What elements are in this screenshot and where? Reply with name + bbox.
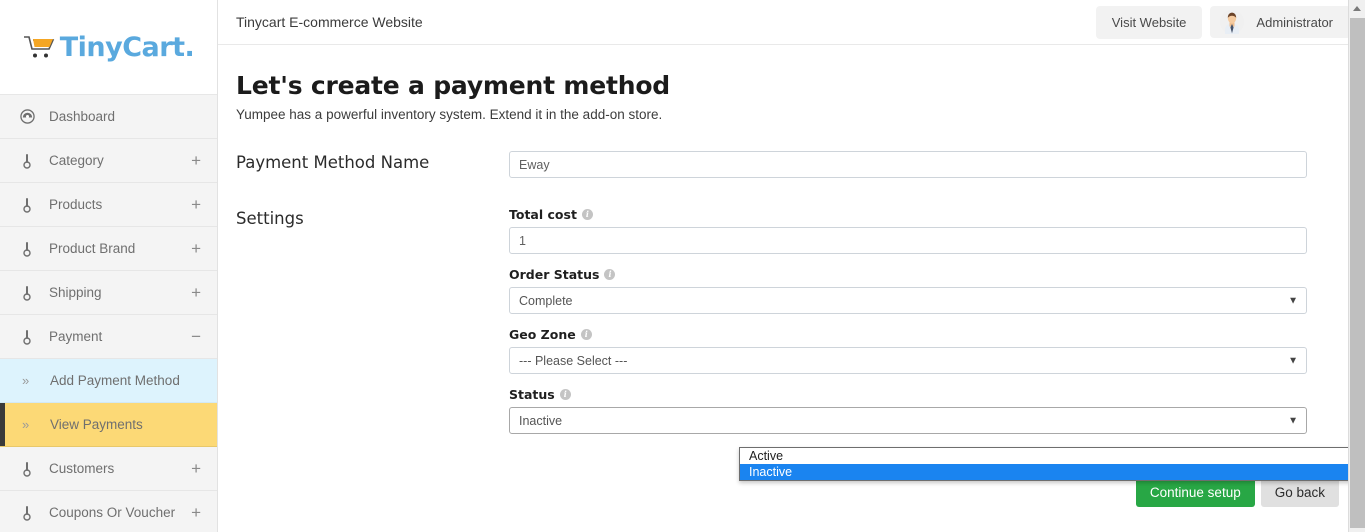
user-name: Administrator — [1256, 14, 1333, 30]
go-back-button[interactable]: Go back — [1260, 478, 1339, 507]
chevron-double-right-icon: » — [22, 373, 30, 388]
top-header-bar: Tinycart E-commerce Website Visit Websit… — [218, 0, 1365, 45]
field-order-status: Order Status i Complete ▼ — [509, 267, 1307, 314]
dashboard-gauge-icon — [16, 109, 38, 124]
total-cost-input[interactable] — [509, 227, 1307, 254]
visit-website-button[interactable]: Visit Website — [1095, 5, 1203, 39]
order-status-select[interactable]: Complete — [509, 287, 1307, 314]
info-circle-icon[interactable]: i — [559, 389, 571, 400]
sidebar-item-category[interactable]: Category + — [0, 139, 217, 183]
status-dropdown-options[interactable]: Active Inactive — [739, 447, 1365, 481]
scroll-up-arrow-icon[interactable] — [1349, 0, 1365, 17]
settings-row: Settings Total cost i Order Status i — [236, 207, 1339, 447]
sidebar-item-label: Coupons Or Voucher — [49, 505, 176, 520]
app-window: TinyCart. Dashboard Category + Products … — [0, 0, 1365, 532]
sidebar-nav: Dashboard Category + Products + Product … — [0, 95, 217, 532]
site-title: Tinycart E-commerce Website — [236, 14, 423, 30]
sidebar-item-label: Shipping — [49, 285, 102, 300]
info-circle-icon[interactable]: i — [581, 209, 593, 220]
status-select[interactable]: Inactive — [509, 407, 1307, 434]
scrollbar-thumb[interactable] — [1350, 18, 1365, 528]
page-title: Let's create a payment method — [236, 71, 671, 100]
sidebar-item-product-brand[interactable]: Product Brand + — [0, 227, 217, 271]
sidebar-item-label: Category — [49, 153, 104, 168]
page-content: Let's create a payment method Yumpee has… — [218, 45, 1365, 447]
sidebar-item-label: Payment — [49, 329, 103, 344]
sidebar-expand-icon[interactable]: + — [191, 240, 203, 257]
chevron-double-right-icon: » — [22, 417, 30, 432]
brand-logo[interactable]: TinyCart. — [0, 0, 217, 95]
settings-label: Settings — [236, 209, 304, 228]
geo-zone-label: Geo Zone — [509, 327, 576, 342]
status-option-active[interactable]: Active — [740, 448, 1365, 464]
sidebar-item-add-payment-method[interactable]: » Add Payment Method — [0, 359, 217, 403]
payment-method-name-input[interactable] — [509, 151, 1307, 178]
payment-method-name-label: Payment Method Name — [236, 153, 430, 172]
thermometer-icon — [16, 241, 38, 257]
info-circle-icon[interactable]: i — [604, 269, 616, 280]
field-geo-zone: Geo Zone i --- Please Select --- ▼ — [509, 327, 1307, 374]
sidebar-item-products[interactable]: Products + — [0, 183, 217, 227]
user-menu[interactable]: Administrator — [1210, 6, 1351, 38]
thermometer-icon — [16, 329, 38, 345]
sidebar-item-label: Customers — [49, 461, 115, 476]
sidebar-subitem-label: Add Payment Method — [50, 373, 180, 388]
shopping-cart-icon — [23, 33, 57, 61]
thermometer-icon — [16, 461, 38, 477]
sidebar-item-label: Product Brand — [49, 241, 136, 256]
field-total-cost: Total cost i — [509, 207, 1307, 254]
sidebar-item-shipping[interactable]: Shipping + — [0, 271, 217, 315]
user-avatar-icon — [1220, 10, 1245, 34]
status-label: Status — [509, 387, 555, 402]
thermometer-icon — [16, 285, 38, 301]
main-panel: Tinycart E-commerce Website Visit Websit… — [218, 0, 1365, 532]
info-circle-icon[interactable]: i — [580, 329, 592, 340]
sidebar: TinyCart. Dashboard Category + Products … — [0, 0, 218, 532]
payment-method-name-row: Payment Method Name — [236, 151, 1339, 178]
sidebar-item-label: Dashboard — [49, 109, 116, 124]
order-status-label: Order Status — [509, 267, 600, 282]
form-action-buttons: Continue setup Go back — [1135, 478, 1339, 507]
sidebar-item-coupons-or-voucher[interactable]: Coupons Or Voucher + — [0, 491, 217, 532]
sidebar-expand-icon[interactable]: + — [191, 504, 203, 521]
thermometer-icon — [16, 505, 38, 521]
vertical-scrollbar[interactable] — [1348, 0, 1365, 532]
sidebar-expand-icon[interactable]: + — [191, 284, 203, 301]
sidebar-item-dashboard[interactable]: Dashboard — [0, 95, 217, 139]
sidebar-item-view-payments[interactable]: » View Payments — [0, 403, 217, 447]
sidebar-expand-icon[interactable]: + — [191, 152, 203, 169]
brand-name: TinyCart. — [59, 31, 195, 63]
sidebar-expand-icon[interactable]: + — [191, 196, 203, 213]
field-status: Status i Inactive ▼ — [509, 387, 1307, 434]
thermometer-icon — [16, 153, 38, 169]
geo-zone-select[interactable]: --- Please Select --- — [509, 347, 1307, 374]
sidebar-item-payment[interactable]: Payment − — [0, 315, 217, 359]
page-subtitle: Yumpee has a powerful inventory system. … — [236, 107, 663, 122]
continue-setup-button[interactable]: Continue setup — [1135, 478, 1255, 507]
total-cost-label: Total cost — [509, 207, 577, 222]
sidebar-item-customers[interactable]: Customers + — [0, 447, 217, 491]
thermometer-icon — [16, 197, 38, 213]
sidebar-subitem-label: View Payments — [50, 417, 143, 432]
sidebar-item-label: Products — [49, 197, 103, 212]
status-option-inactive[interactable]: Inactive — [740, 464, 1365, 480]
sidebar-collapse-icon[interactable]: − — [191, 328, 203, 345]
sidebar-expand-icon[interactable]: + — [191, 460, 203, 477]
